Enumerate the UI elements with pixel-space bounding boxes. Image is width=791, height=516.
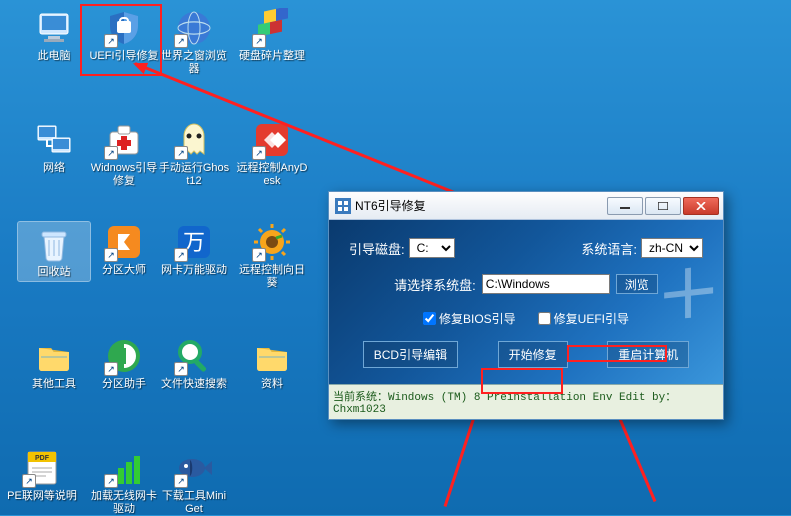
mag-icon: ↗	[174, 336, 214, 376]
desktop-icon-label: 回收站	[38, 266, 71, 279]
select-sys-label: 请选择系统盘:	[394, 275, 476, 294]
folder-icon	[34, 336, 74, 376]
desktop-icon[interactable]: ↗ 手动运行Ghost12	[158, 120, 230, 188]
desktop-icon[interactable]: ↗ 下载工具MiniGet	[158, 448, 230, 516]
desktop-icon[interactable]: PDF ↗ PE联网等说明	[6, 448, 78, 503]
desktop-icon-label: 网卡万能驱动	[161, 264, 227, 277]
desktop-icon[interactable]: ↗ 世界之窗浏览器	[158, 8, 230, 76]
desktop-icon-label: 分区大师	[102, 264, 146, 277]
nt6-repair-window: NT6引导修复 引导磁盘: C: 系统语言: zh-CN 请选择系统盘: 浏览 …	[328, 191, 724, 420]
shortcut-arrow-icon: ↗	[104, 474, 118, 488]
shortcut-arrow-icon: ↗	[174, 248, 188, 262]
shortcut-arrow-icon: ↗	[104, 362, 118, 376]
start-repair-button[interactable]: 开始修复	[498, 341, 568, 368]
svg-text:PDF: PDF	[35, 455, 50, 462]
desktop-icon-label: Widnows引导修复	[88, 162, 160, 188]
desktop-icon-label: 手动运行Ghost12	[158, 162, 230, 188]
desktop-icon-label: 下载工具MiniGet	[158, 490, 230, 516]
fish-icon: ↗	[174, 448, 214, 488]
desktop-icon-label: 其他工具	[32, 378, 76, 391]
desktop-icon-label: 加载无线网卡驱动	[88, 490, 160, 516]
pdf-icon: PDF ↗	[22, 448, 62, 488]
shortcut-arrow-icon: ↗	[252, 146, 266, 160]
pcnet-icon	[34, 120, 74, 160]
desktop-icon[interactable]: ↗ 远程控制向日葵	[236, 222, 308, 290]
desktop-icon-label: 网络	[43, 162, 65, 175]
shield-icon: ↗	[104, 8, 144, 48]
desktop-icon[interactable]: ↗ 分区大师	[88, 222, 160, 277]
desktop-icon[interactable]: ↗ 加载无线网卡驱动	[88, 448, 160, 516]
desktop-icon[interactable]: 网络	[18, 120, 90, 175]
desktop-icon-label: 硬盘碎片整理	[239, 50, 305, 63]
shortcut-arrow-icon: ↗	[104, 146, 118, 160]
sys-lang-select[interactable]: zh-CN	[641, 238, 703, 258]
status-bar: 当前系统：Windows (TM) 8 Preinstallation Env …	[329, 384, 723, 419]
desktop-icon[interactable]: ↗ UEFI引导修复	[88, 8, 160, 63]
trash-icon	[34, 224, 74, 264]
shortcut-arrow-icon: ↗	[174, 146, 188, 160]
shortcut-arrow-icon: ↗	[252, 248, 266, 262]
om-icon: ↗	[104, 222, 144, 262]
desktop-icon-label: UEFI引导修复	[89, 50, 158, 63]
desktop-icon[interactable]: ↗ 硬盘碎片整理	[236, 8, 308, 63]
shortcut-arrow-icon: ↗	[104, 248, 118, 262]
sys-lang-label: 系统语言:	[581, 239, 637, 258]
pc-icon	[34, 8, 74, 48]
shortcut-arrow-icon: ↗	[174, 474, 188, 488]
shortcut-arrow-icon: ↗	[174, 34, 188, 48]
desktop-icon-label: 资料	[261, 378, 283, 391]
bars-icon: ↗	[104, 448, 144, 488]
sun-icon: ↗	[252, 222, 292, 262]
desktop-icon[interactable]: 其他工具	[18, 336, 90, 391]
desktop-icon-label: 远程控制AnyDesk	[236, 162, 308, 188]
shortcut-arrow-icon: ↗	[104, 34, 118, 48]
bcd-edit-button[interactable]: BCD引导编辑	[363, 341, 458, 368]
desktop-icon[interactable]: ↗ Widnows引导修复	[88, 120, 160, 188]
boot-disk-label: 引导磁盘:	[349, 239, 405, 258]
firstaid-icon: ↗	[104, 120, 144, 160]
desktop-icon[interactable]: 资料	[236, 336, 308, 391]
desktop-icon[interactable]: 回收站	[18, 222, 90, 281]
folder-icon	[252, 336, 292, 376]
shortcut-arrow-icon: ↗	[174, 362, 188, 376]
desktop-icon[interactable]: 万↗ 网卡万能驱动	[158, 222, 230, 277]
fix-bios-check-label[interactable]: 修复BIOS引导	[423, 310, 516, 327]
fix-uefi-check-label[interactable]: 修复UEFI引导	[538, 310, 629, 327]
desktop-icon-label: 此电脑	[38, 50, 71, 63]
browse-button[interactable]: 浏览	[616, 274, 658, 294]
app-icon	[335, 198, 351, 214]
desktop-icon[interactable]: ↗ 文件快速搜索	[158, 336, 230, 391]
reboot-button[interactable]: 重启计算机	[607, 341, 689, 368]
close-button[interactable]	[683, 197, 719, 215]
boot-disk-select[interactable]: C:	[409, 238, 455, 258]
shortcut-arrow-icon: ↗	[252, 34, 266, 48]
desktop-icon-label: 分区助手	[102, 378, 146, 391]
fix-bios-checkbox[interactable]	[423, 312, 436, 325]
window-title: NT6引导修复	[355, 197, 605, 214]
desktop-icon-label: 世界之窗浏览器	[158, 50, 230, 76]
desktop-icon-label: 远程控制向日葵	[236, 264, 308, 290]
desktop-icon[interactable]: ↗ 分区助手	[88, 336, 160, 391]
wan-icon: 万↗	[174, 222, 214, 262]
desktop-icon-label: PE联网等说明	[7, 490, 77, 503]
globe-icon: ↗	[174, 8, 214, 48]
minimize-button[interactable]	[607, 197, 643, 215]
cubes-icon: ↗	[252, 8, 292, 48]
sys-path-input[interactable]	[482, 274, 610, 294]
pa-icon: ↗	[104, 336, 144, 376]
shortcut-arrow-icon: ↗	[22, 474, 36, 488]
titlebar[interactable]: NT6引导修复	[329, 192, 723, 220]
maximize-button[interactable]	[645, 197, 681, 215]
fix-uefi-checkbox[interactable]	[538, 312, 551, 325]
desktop-icon-label: 文件快速搜索	[161, 378, 227, 391]
desktop-icon[interactable]: 此电脑	[18, 8, 90, 63]
ghost-icon: ↗	[174, 120, 214, 160]
